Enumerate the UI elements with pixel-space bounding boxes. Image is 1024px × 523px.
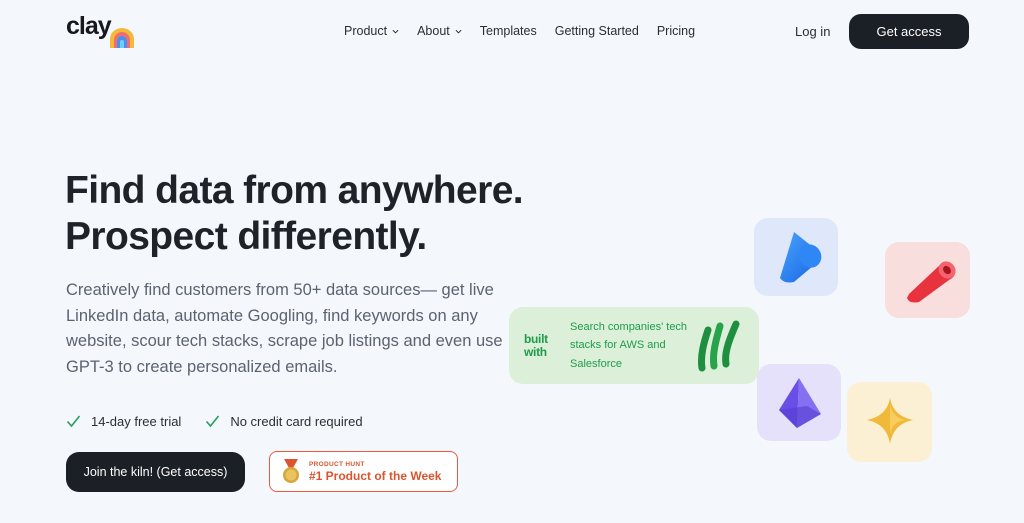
check-free-trial: 14-day free trial — [66, 414, 181, 429]
chevron-down-icon — [392, 29, 399, 34]
check-label: 14-day free trial — [91, 414, 182, 429]
main-nav: Product About Templates Getting Started … — [344, 24, 695, 38]
star-tile — [847, 382, 932, 462]
builtwith-logo-line1: built — [524, 331, 548, 346]
red-tube-icon — [907, 261, 956, 303]
landing-page: clay Product About Templates Getting Sta… — [0, 0, 1024, 523]
blue-cone-icon — [780, 232, 822, 283]
headline-line-2: Prospect differently. — [65, 215, 427, 258]
join-kiln-button[interactable]: Join the kiln! (Get access) — [66, 452, 245, 492]
medal-icon — [283, 458, 299, 483]
checkmark-icon — [206, 415, 220, 428]
clay-logo[interactable]: clay — [66, 12, 135, 48]
logo-wordmark: clay — [66, 12, 112, 40]
nav-product-label: Product — [344, 24, 388, 38]
feature-checks: 14-day free trial No credit card require… — [66, 414, 363, 429]
get-access-button[interactable]: Get access — [849, 14, 969, 49]
green-squiggle-icon — [698, 320, 740, 371]
nav-about-label: About — [417, 24, 450, 38]
builtwith-text: Search companies' tech stacks for AWS an… — [570, 320, 688, 370]
check-no-card: No credit card required — [205, 414, 363, 429]
tube-tile — [885, 242, 970, 318]
nav-about[interactable]: About — [417, 24, 462, 38]
nav-pricing[interactable]: Pricing — [657, 24, 695, 38]
product-hunt-title: #1 Product of the Week — [309, 468, 442, 483]
hero-headline: Find data from anywhere. Prospect differ… — [65, 168, 524, 260]
builtwith-card: built with Search companies' tech stacks… — [509, 307, 759, 384]
chevron-down-icon — [455, 29, 462, 34]
nav-templates[interactable]: Templates — [480, 24, 537, 38]
checkmark-icon — [66, 415, 81, 428]
builtwith-logo: built with — [524, 331, 562, 359]
login-link[interactable]: Log in — [795, 24, 830, 39]
rainbow-arch-icon — [109, 28, 134, 48]
builtwith-logo-line2: with — [524, 344, 547, 359]
purple-pyramid-icon — [779, 378, 821, 428]
pyramid-tile — [757, 364, 841, 441]
check-label: No credit card required — [230, 414, 363, 429]
nav-product[interactable]: Product — [344, 24, 399, 38]
hero-subtext: Creatively find customers from 50+ data … — [66, 281, 503, 376]
cone-tile — [754, 218, 838, 296]
headline-line-1: Find data from anywhere. — [65, 169, 524, 212]
product-hunt-badge[interactable]: PRODUCT HUNT #1 Product of the Week — [269, 451, 458, 492]
yellow-star-icon — [867, 398, 913, 444]
product-hunt-kicker: PRODUCT HUNT — [309, 460, 365, 468]
nav-getting-started[interactable]: Getting Started — [555, 24, 639, 38]
